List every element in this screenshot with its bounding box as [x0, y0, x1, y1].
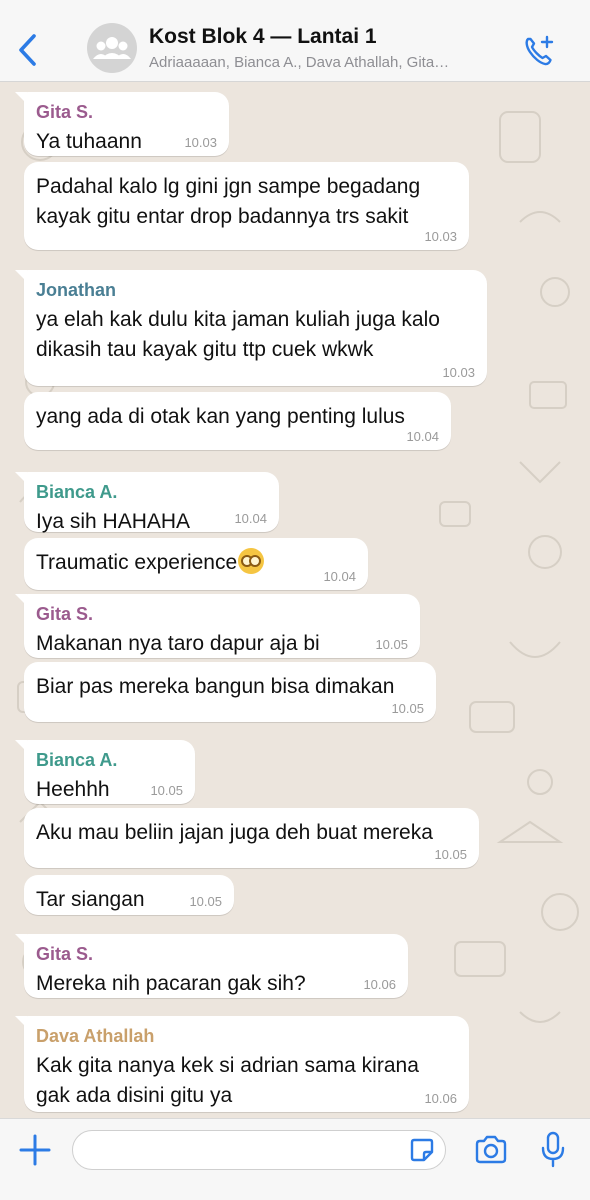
message-bubble[interactable]: Gita S. Makanan nya taro dapur aja bi 10… — [15, 594, 420, 658]
message-time: 10.05 — [189, 894, 222, 909]
message-bubble[interactable]: Aku mau beliin jajan juga deh buat merek… — [24, 808, 479, 868]
message-input[interactable] — [72, 1130, 446, 1170]
message-time: 10.05 — [391, 701, 424, 716]
message-time: 10.04 — [406, 429, 439, 444]
sender-name[interactable]: Dava Athallah — [36, 1026, 457, 1047]
message-text-body: Traumatic experience — [36, 551, 238, 574]
add-call-icon — [525, 35, 554, 66]
sender-name[interactable]: Jonathan — [36, 280, 475, 301]
message-time: 10.03 — [442, 365, 475, 380]
message-text: yang ada di otak kan yang penting lulus — [36, 405, 405, 428]
microphone-icon — [541, 1131, 565, 1168]
message-text: Traumatic experience — [36, 548, 356, 578]
plus-icon — [19, 1134, 51, 1166]
microphone-button[interactable] — [540, 1131, 566, 1169]
message-bubble[interactable]: Jonathan ya elah kak dulu kita jaman kul… — [15, 270, 487, 386]
chat-header: Kost Blok 4 — Lantai 1 Adriaaaaan, Bianc… — [0, 0, 590, 82]
sticker-icon — [410, 1138, 434, 1162]
message-bubble[interactable]: Gita S. Mereka nih pacaran gak sih? 10.0… — [15, 934, 408, 998]
chat-participants[interactable]: Adriaaaaan, Bianca A., Dava Athallah, Gi… — [149, 54, 509, 71]
message-bubble[interactable]: Gita S. Ya tuhaann 10.03 — [15, 92, 229, 156]
message-bubble[interactable]: Padahal kalo lg gini jgn sampe begadang … — [24, 162, 469, 250]
composer-bar — [0, 1118, 590, 1200]
message-time: 10.04 — [323, 569, 356, 584]
message-bubble[interactable]: Bianca A. Iya sih HAHAHA 10.04 — [15, 472, 279, 533]
chevron-left-icon — [19, 34, 36, 66]
message-text: Kak gita nanya kek si adrian sama kirana… — [36, 1054, 419, 1107]
chat-title[interactable]: Kost Blok 4 — Lantai 1 — [149, 25, 377, 49]
message-time: 10.05 — [434, 847, 467, 862]
attach-button[interactable] — [18, 1133, 52, 1167]
message-text: ya elah kak dulu kita jaman kuliah juga … — [36, 308, 440, 361]
sender-name[interactable]: Gita S. — [36, 604, 408, 625]
message-time: 10.06 — [424, 1091, 457, 1106]
message-time: 10.05 — [150, 783, 183, 798]
sender-name[interactable]: Bianca A. — [36, 750, 183, 771]
sender-name[interactable]: Gita S. — [36, 944, 396, 965]
message-text: Iya sih HAHAHA — [36, 510, 191, 533]
message-bubble[interactable]: Dava Athallah Kak gita nanya kek si adri… — [15, 1016, 469, 1112]
message-time: 10.04 — [234, 511, 267, 526]
message-time: 10.03 — [424, 229, 457, 244]
sender-name[interactable]: Gita S. — [36, 102, 217, 123]
message-bubble[interactable]: Tar siangan 10.05 — [24, 875, 234, 915]
camera-button[interactable] — [474, 1135, 508, 1165]
message-list[interactable]: Gita S. Ya tuhaann 10.03 Padahal kalo lg… — [0, 82, 590, 1118]
group-avatar[interactable] — [87, 23, 137, 73]
message-time: 10.06 — [363, 977, 396, 992]
message-time: 10.03 — [184, 135, 217, 150]
message-bubble[interactable]: Traumatic experience 10.04 — [24, 538, 368, 590]
group-avatar-icon — [93, 37, 131, 59]
dizzy-face-emoji-icon — [238, 548, 265, 574]
add-call-button[interactable] — [522, 34, 556, 68]
message-text: Padahal kalo lg gini jgn sampe begadang … — [36, 175, 421, 228]
message-bubble[interactable]: yang ada di otak kan yang penting lulus … — [24, 392, 451, 450]
message-time: 10.05 — [375, 637, 408, 652]
sticker-button[interactable] — [409, 1137, 435, 1163]
message-text: Mereka nih pacaran gak sih? — [36, 972, 306, 995]
back-button[interactable] — [14, 30, 44, 70]
message-bubble[interactable]: Bianca A. Heehhh 10.05 — [15, 740, 195, 804]
message-text: Makanan nya taro dapur aja bi — [36, 632, 320, 655]
message-text: Biar pas mereka bangun bisa dimakan — [36, 675, 395, 698]
message-bubble[interactable]: Biar pas mereka bangun bisa dimakan 10.0… — [24, 662, 436, 722]
sender-name[interactable]: Bianca A. — [36, 482, 267, 503]
camera-icon — [475, 1135, 507, 1164]
message-text: Aku mau beliin jajan juga deh buat merek… — [36, 821, 433, 844]
